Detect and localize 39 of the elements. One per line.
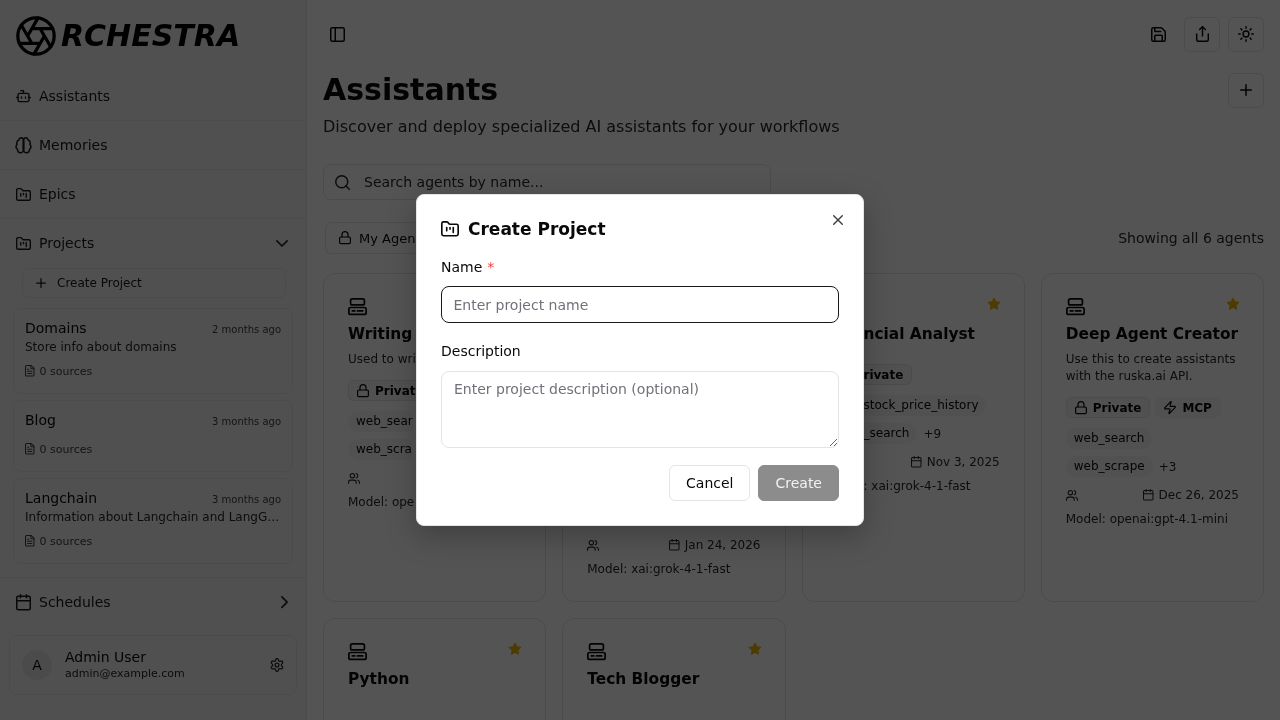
- required-mark: *: [487, 259, 495, 275]
- model-label: Model: xai:grok-4-1-fast: [587, 561, 731, 577]
- user-name: Admin User: [65, 649, 146, 666]
- model-label: Model: ope: [348, 494, 415, 510]
- model-label: Model: openai:gpt-4.1-mini: [1065, 511, 1228, 527]
- project-updated-time: 2 months ago: [212, 324, 281, 335]
- model-label: : xai:grok-4-1-fast: [863, 478, 971, 494]
- created-date: Nov 3, 2025: [926, 455, 1000, 469]
- tag-label: Privat: [375, 383, 416, 398]
- page-title: Assistants: [323, 72, 499, 108]
- card-title: Deep Agent Creator: [1065, 324, 1239, 345]
- project-description: Information about Langchain and LangG…: [25, 510, 280, 524]
- project-description: Store info about domains: [25, 340, 177, 354]
- card-title: ncial Analyst: [863, 324, 975, 345]
- tag-label: Private: [1092, 400, 1142, 415]
- card-description: Used to wri: [348, 351, 416, 368]
- dialog-title: Create Project: [468, 219, 606, 239]
- logo-text: RCHESTRA: [61, 17, 241, 55]
- more-tools-count: +9: [923, 426, 942, 441]
- tag-label: MCP: [1182, 400, 1212, 415]
- more-tools-count: +3: [1158, 459, 1177, 474]
- user-avatar: A: [22, 650, 52, 680]
- project-name: Blog: [25, 411, 56, 430]
- page-subtitle: Discover and deploy specialized AI assistants for your workflows: [323, 116, 840, 138]
- card-title: Python: [348, 669, 410, 690]
- field-label: Description: [441, 343, 521, 359]
- created-date: Jan 24, 2026: [684, 538, 761, 552]
- card-title: Writing: [348, 324, 413, 345]
- agent-count: Showing all 6 agents: [1118, 230, 1264, 246]
- project-updated-time: 3 months ago: [212, 416, 281, 427]
- user-email: admin@example.com: [65, 666, 185, 681]
- card-title: Tech Blogger: [587, 669, 700, 690]
- project-name: Langchain: [25, 489, 98, 508]
- tag-label: rivate: [863, 367, 904, 382]
- card-description: Use this to create assistants with the ruska.ai API.: [1065, 351, 1237, 385]
- created-date: Dec 26, 2025: [1158, 488, 1239, 502]
- project-updated-time: 3 months ago: [212, 494, 281, 505]
- field-label: Name: [441, 259, 483, 275]
- project-name: Domains: [25, 319, 87, 338]
